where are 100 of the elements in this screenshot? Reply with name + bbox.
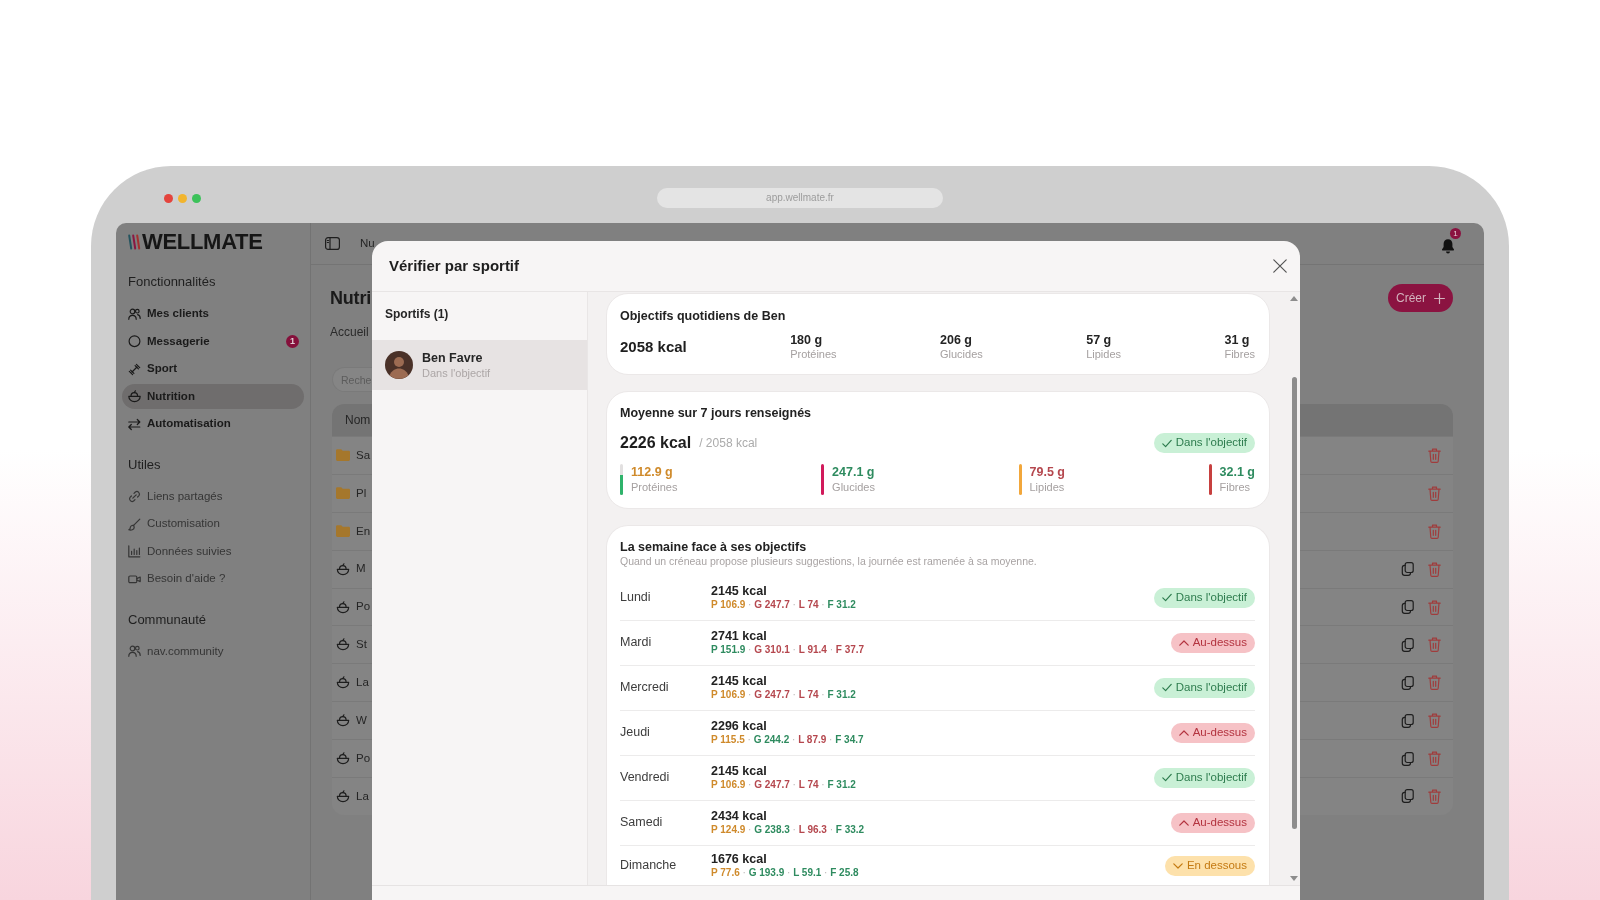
dialog-title: Vérifier par sportif — [389, 255, 520, 276]
bell-icon[interactable] — [1441, 237, 1455, 254]
chat-bubble-icon — [128, 335, 141, 348]
scrollbar-thumb[interactable] — [1291, 377, 1297, 829]
logo-text: WELLMATE — [142, 230, 263, 254]
close-icon[interactable] — [1273, 259, 1287, 273]
trash-icon[interactable] — [1428, 447, 1441, 463]
column-header[interactable]: Nom — [332, 404, 372, 436]
copy-icon[interactable] — [1401, 637, 1414, 652]
trash-icon[interactable] — [1428, 675, 1441, 691]
copy-icon[interactable] — [1401, 562, 1414, 577]
trash-icon[interactable] — [1428, 523, 1441, 539]
plus-icon — [1434, 292, 1445, 304]
card-title: Moyenne sur 7 jours renseignés — [620, 405, 813, 421]
section-title: Fonctionnalités — [127, 273, 217, 291]
copy-icon[interactable] — [1401, 751, 1414, 766]
sidebar-toggle-icon[interactable] — [325, 237, 340, 250]
bowl-icon — [336, 789, 350, 803]
status-text: Dans l'objectif — [1175, 435, 1247, 451]
trash-icon[interactable] — [1428, 561, 1441, 577]
sidebar-item[interactable]: nav.community — [122, 639, 304, 664]
copy-icon[interactable] — [1401, 789, 1414, 804]
chevron-up-icon — [1178, 639, 1189, 646]
table-cell-text: La — [356, 675, 369, 691]
kcal-value: 2296 kcal — [711, 719, 768, 733]
macro-label: Fibres — [1224, 348, 1255, 360]
table-cell-text: St — [356, 637, 367, 653]
day-label: Jeudi — [620, 724, 651, 742]
day-label: Samedi — [620, 814, 664, 832]
status-text: Au-dessus — [1192, 814, 1247, 830]
sidebar-item[interactable]: Liens partagés — [122, 484, 304, 509]
status-text: Dans l'objectif — [1175, 769, 1247, 785]
table-cell-text: W — [356, 713, 367, 729]
sidebar-item[interactable]: Données suivies — [122, 539, 304, 564]
breadcrumb-link[interactable]: Nu — [360, 234, 375, 253]
macro-breakdown: P 77.6 · G 193.9 · L 59.1 · F 25.8 — [711, 866, 859, 879]
kcal-value: 1676 kcal — [711, 852, 768, 866]
table-cell-text: M — [356, 561, 366, 577]
sidebar-item[interactable]: Automatisation — [122, 411, 304, 437]
bowl-icon — [128, 390, 141, 403]
trash-icon[interactable] — [1428, 751, 1441, 767]
sidebar-item[interactable]: Besoin d'aide ? — [122, 566, 304, 592]
kcal-value: 2145 kcal — [711, 584, 768, 598]
table-cell-text: Po — [356, 750, 371, 766]
bowl-icon — [336, 638, 350, 652]
status-text: Au-dessus — [1192, 634, 1247, 650]
card-title: Objectifs quotidiens de Ben — [620, 308, 787, 324]
scroll-down-icon[interactable] — [1290, 876, 1298, 881]
minimize-dot-icon[interactable] — [178, 193, 187, 203]
create-button[interactable]: Créer — [1388, 284, 1453, 312]
breadcrumb-link[interactable]: Accueil — [330, 324, 369, 340]
maximize-dot-icon[interactable] — [192, 193, 201, 203]
folder-icon — [336, 487, 350, 500]
address-bar[interactable]: app.wellmate.fr — [657, 188, 943, 208]
check-icon — [1161, 593, 1172, 602]
macro-value: 247.1 g — [832, 465, 875, 480]
day-label: Vendredi — [620, 769, 671, 787]
day-label: Dimanche — [620, 857, 678, 875]
macro-value: 79.5 g — [1029, 465, 1065, 480]
copy-icon[interactable] — [1401, 713, 1414, 728]
trash-icon[interactable] — [1428, 637, 1441, 653]
sidebar-item[interactable]: Sport — [122, 356, 304, 382]
folder-icon — [336, 525, 350, 538]
close-dot-icon[interactable] — [164, 193, 173, 203]
macro-label: Glucides — [832, 480, 875, 494]
sidebar-item[interactable]: Mes clients — [122, 301, 304, 327]
macro-breakdown: P 106.9 · G 247.7 · L 74 · F 31.2 — [711, 778, 856, 791]
macro-breakdown: P 124.9 · G 238.3 · L 96.3 · F 33.2 — [711, 823, 865, 836]
sidebar-item[interactable]: Nutrition — [122, 384, 304, 409]
trash-icon[interactable] — [1428, 599, 1441, 615]
copy-icon[interactable] — [1401, 675, 1414, 690]
copy-icon[interactable] — [1401, 600, 1414, 614]
macro-value: 112.9 g — [631, 465, 674, 480]
brush-icon — [128, 517, 141, 531]
trash-icon[interactable] — [1428, 788, 1441, 804]
sidebar-item[interactable]: Messagerie 1 — [122, 329, 304, 354]
day-label: Lundi — [620, 589, 652, 607]
notification-badge: 1 — [1450, 228, 1461, 239]
athlete-item[interactable]: Ben Favre Dans l'objectif — [372, 340, 587, 390]
users-icon — [128, 307, 141, 321]
progress-bar — [620, 464, 623, 495]
unread-badge: 1 — [286, 335, 299, 348]
kcal-value: 2741 kcal — [711, 629, 768, 643]
trash-icon[interactable] — [1428, 713, 1441, 729]
check-icon — [1161, 438, 1172, 448]
macro-label: Protéines — [790, 348, 837, 360]
bowl-icon — [336, 600, 350, 614]
sidebar-item[interactable]: Customisation — [122, 511, 304, 537]
chevron-up-icon — [1178, 729, 1189, 736]
trash-icon[interactable] — [1428, 485, 1441, 501]
progress-bar — [1018, 464, 1022, 495]
table-cell-text: Sa — [356, 447, 371, 463]
kcal-value: 2434 kcal — [711, 809, 768, 823]
scroll-up-icon[interactable] — [1290, 296, 1298, 301]
macro-breakdown: P 151.9 · G 310.1 · L 91.4 · F 37.7 — [711, 643, 865, 656]
macro-label: Glucides — [940, 348, 983, 360]
macro-label: Lipides — [1086, 348, 1122, 360]
users-icon — [128, 645, 141, 658]
macro-label: Fibres — [1219, 480, 1252, 494]
table-cell-text: En — [356, 523, 371, 539]
